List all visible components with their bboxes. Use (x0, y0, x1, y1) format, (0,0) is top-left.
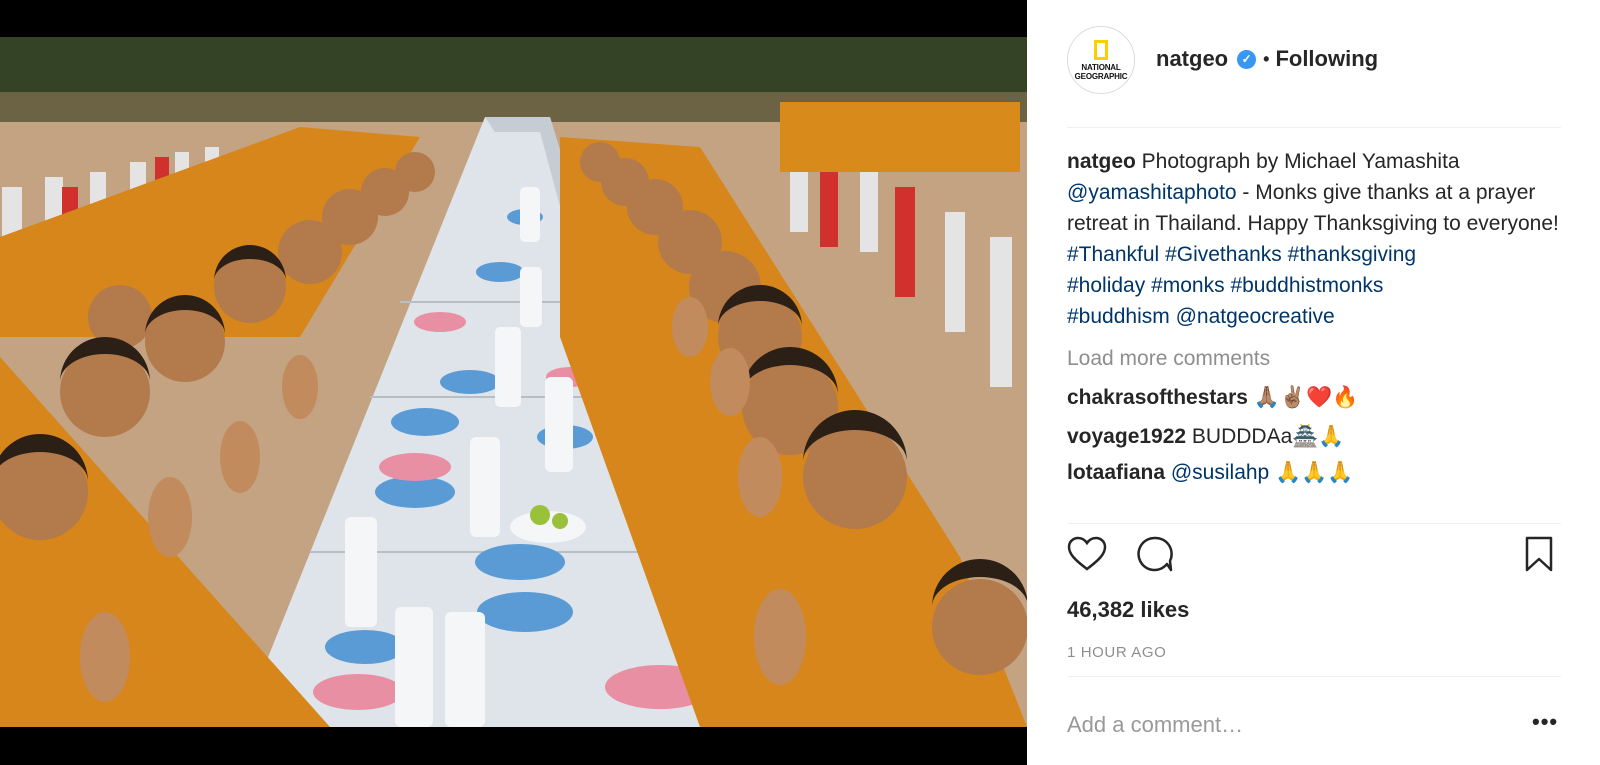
natgeo-logo-icon (1094, 39, 1108, 60)
username-link[interactable]: natgeo (1156, 46, 1228, 72)
post-photo[interactable] (0, 37, 1027, 727)
comment-username[interactable]: chakrasofthestars (1067, 386, 1248, 409)
comment-bubble-icon (1137, 536, 1173, 572)
comment-item: voyage1922 BUDDDAa🏯🙏 (1067, 421, 1567, 452)
hashtag-link[interactable]: #Thankful (1067, 243, 1159, 266)
separator-dot: • (1263, 48, 1270, 69)
bookmark-icon (1525, 536, 1553, 572)
comment-item: lotaafiana @susilahp 🙏🙏🙏 (1067, 457, 1567, 488)
save-button[interactable] (1517, 532, 1561, 576)
avatar-text-bottom: GEOGRAPHIC (1074, 71, 1128, 81)
post-header: NATIONAL GEOGRAPHIC natgeo ✓ • Following (1067, 26, 1561, 128)
avatar-text-top: NATIONAL (1081, 62, 1121, 72)
caption-trailing-mention[interactable]: @natgeocreative (1176, 305, 1335, 328)
comment-item: chakrasofthestars 🙏🏽✌🏽❤️🔥 (1067, 382, 1567, 413)
comment-text: 🙏🏽✌🏽❤️🔥 (1247, 386, 1359, 409)
caption-text-1: Photograph by Michael Yamashita (1135, 150, 1460, 173)
hashtag-link[interactable]: #monks (1151, 274, 1225, 297)
comment-username[interactable]: lotaafiana (1067, 461, 1165, 484)
load-more-comments-button[interactable]: Load more comments (1067, 343, 1567, 374)
post-panel: NATIONAL GEOGRAPHIC natgeo ✓ • Following… (1027, 0, 1600, 765)
comment-text: @susilahp 🙏🙏🙏 (1165, 461, 1354, 484)
comment-button[interactable] (1133, 532, 1177, 576)
likes-count[interactable]: 46,382 likes (1067, 597, 1189, 623)
add-comment-input[interactable]: Add a comment… (1067, 712, 1243, 738)
hashtag-link[interactable]: #buddhistmonks (1230, 274, 1383, 297)
monks-table-photo (0, 37, 1027, 727)
hashtag-link[interactable]: #thanksgiving (1288, 243, 1416, 266)
heart-icon (1067, 536, 1107, 571)
following-button[interactable]: Following (1275, 46, 1378, 72)
like-button[interactable] (1065, 532, 1109, 576)
photo-panel (0, 0, 1027, 765)
comment-username[interactable]: voyage1922 (1067, 425, 1186, 448)
more-options-button[interactable]: ••• (1532, 709, 1558, 735)
header-text: natgeo ✓ • Following (1156, 46, 1378, 72)
comment-text: BUDDDAa🏯🙏 (1186, 425, 1345, 448)
hashtag-link[interactable]: #buddhism (1067, 305, 1170, 328)
divider (1067, 523, 1561, 524)
hashtag-link[interactable]: #holiday (1067, 274, 1145, 297)
divider (1067, 676, 1561, 677)
verified-badge-icon: ✓ (1237, 49, 1257, 69)
action-bar (1067, 532, 1561, 582)
caption-username[interactable]: natgeo (1067, 150, 1136, 173)
caption-mention[interactable]: @yamashitaphoto (1067, 181, 1237, 204)
hashtag-link[interactable]: #Givethanks (1165, 243, 1282, 266)
avatar[interactable]: NATIONAL GEOGRAPHIC (1067, 26, 1135, 94)
caption: natgeo Photograph by Michael Yamashita @… (1067, 146, 1567, 332)
comments-section[interactable]: natgeo Photograph by Michael Yamashita @… (1067, 146, 1567, 524)
post-timestamp[interactable]: 1 HOUR AGO (1067, 644, 1166, 661)
avatar-logo-text: NATIONAL GEOGRAPHIC (1075, 63, 1128, 81)
